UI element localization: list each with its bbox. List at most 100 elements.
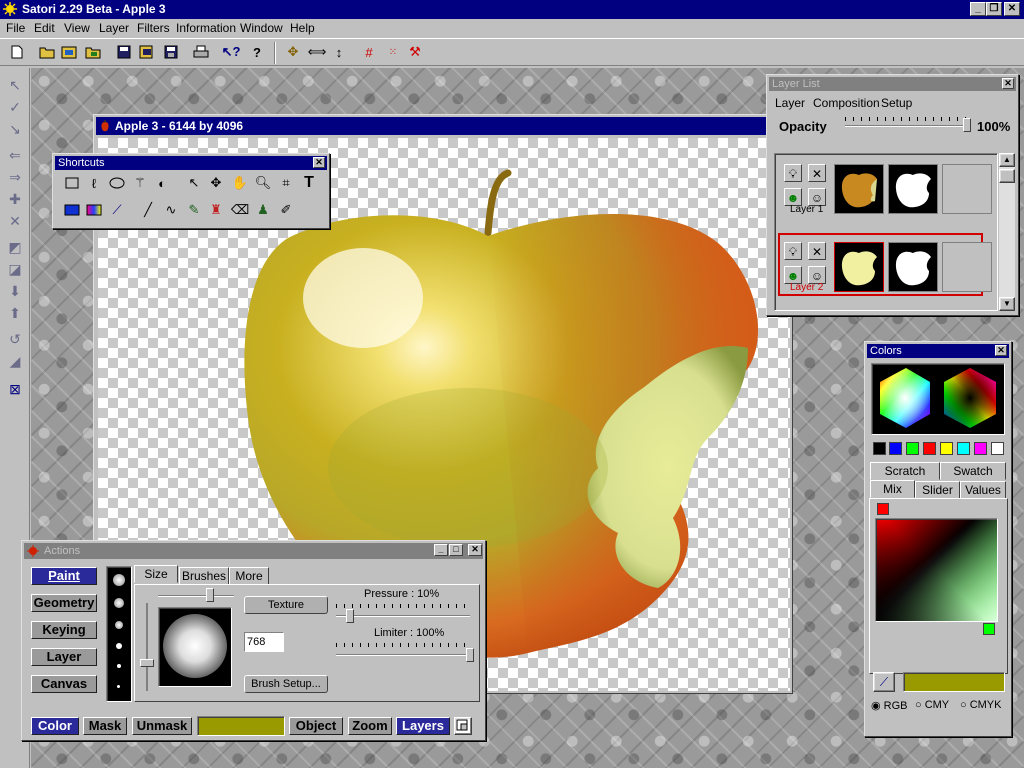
swatch[interactable] [957,442,970,455]
swatch[interactable] [923,442,936,455]
undo-icon[interactable]: ↺ [6,330,24,348]
arrow-up-icon[interactable]: ⬆ [6,304,24,322]
lasso-icon[interactable]: ℓ [85,174,103,192]
mix-corner-green[interactable] [983,623,995,635]
crop-box-icon[interactable]: ⊠ [6,380,24,398]
mix-color-field[interactable] [875,518,998,622]
tab-swatch[interactable]: Swatch [940,462,1006,480]
crop-icon[interactable]: ⌗ [277,174,295,192]
layer-lock-icon[interactable]: ✕ [808,242,826,260]
tab-brushes[interactable]: Brushes [179,567,229,585]
layer-down-icon[interactable]: ◪ [6,260,24,278]
ellipse-select-icon[interactable] [108,174,126,192]
curve-icon[interactable]: ∿ [162,201,180,219]
layer-menu-setup[interactable]: Setup [881,96,912,110]
swatch[interactable] [940,442,953,455]
swatch[interactable] [889,442,902,455]
menu-information[interactable]: Information [176,21,236,35]
swatch[interactable] [906,442,919,455]
hand-icon[interactable]: ✋ [231,174,249,192]
swatch[interactable] [991,442,1004,455]
save-icon[interactable] [115,43,133,61]
visibility-bulb-icon[interactable]: 💡︎ [784,164,802,182]
brush-size-slider-thumb[interactable] [206,588,214,602]
mix-corner-red[interactable] [877,503,889,515]
layer-row[interactable]: 💡︎ ✕ ☻ ☺ Layer 1 [778,155,992,218]
brush-preset[interactable] [117,664,121,668]
stamp-icon[interactable]: ♟ [254,201,272,219]
new-file-icon[interactable] [8,43,26,61]
brush-vertical-slider-thumb[interactable] [140,659,154,667]
menu-view[interactable]: View [64,21,90,35]
new-layer-icon[interactable] [454,717,472,735]
geometry-button[interactable]: Geometry [31,594,97,612]
context-help-icon[interactable]: ↖? [222,43,241,61]
horizontal-arrows-icon[interactable]: ⟺ [308,43,327,61]
brush-setup-button[interactable]: Brush Setup... [244,675,328,693]
active-color-well[interactable] [197,716,285,736]
layer-lock-icon[interactable]: ✕ [808,164,826,182]
paint-button[interactable]: Paint [31,567,97,585]
actions-close-button[interactable]: ✕ [468,544,482,556]
tab-slider[interactable]: Slider [915,481,960,499]
shape-icon[interactable]: ◢ [6,352,24,370]
pressure-slider-thumb[interactable] [346,609,354,623]
layer-menu-composition[interactable]: Composition [813,96,880,110]
fill-icon[interactable]: ◐ [153,174,171,192]
pressure-slider-track[interactable] [336,615,470,617]
color-button[interactable]: Color [31,717,79,735]
tab-scratch[interactable]: Scratch [870,462,940,480]
menu-file[interactable]: File [6,21,25,35]
print-icon[interactable] [192,43,210,61]
rgb-radio[interactable]: ◉ RGB [871,699,908,712]
airbrush-icon[interactable]: ♜ [207,201,225,219]
texture-button[interactable]: Texture [244,596,328,614]
arrow-down-icon[interactable]: ⬇ [6,282,24,300]
text-tool-icon[interactable]: T [300,174,318,192]
open-image-icon[interactable] [60,43,78,61]
size-input[interactable]: 768 [244,632,284,652]
line-icon[interactable]: ╱ [139,201,157,219]
canvas-button[interactable]: Canvas [31,675,97,693]
menu-help[interactable]: Help [290,21,315,35]
restore-button[interactable]: ❐ [986,2,1002,16]
tab-values[interactable]: Values [960,481,1006,499]
layer-button[interactable]: Layer [31,648,97,666]
swatch[interactable] [974,442,987,455]
brush-preset[interactable] [113,574,125,586]
grid-icon[interactable]: # [360,43,378,61]
actions-maximize-button[interactable]: □ [449,544,463,556]
layer-menu-layer[interactable]: Layer [775,96,805,110]
zoom-button[interactable]: Zoom [348,717,392,735]
menu-layer[interactable]: Layer [99,21,129,35]
eyedropper-icon[interactable]: ⟋ [108,201,126,219]
vertical-arrows-icon[interactable]: ↕ [330,43,348,61]
move-tool-icon[interactable]: ✥ [207,174,225,192]
brush-preset[interactable] [116,643,122,649]
move-icon[interactable]: ✥ [284,43,302,61]
mask-button[interactable]: Mask [83,717,127,735]
save-all-icon[interactable] [162,43,180,61]
check-icon[interactable]: ✓ [6,98,24,116]
app-icon[interactable] [3,2,17,16]
brush-preset[interactable] [115,621,123,629]
pointer-tool-icon[interactable]: ↖ [6,76,24,94]
unmask-button[interactable]: Unmask [132,717,192,735]
arrow-left-icon[interactable]: ⇐ [6,146,24,164]
current-color-well[interactable] [903,672,1005,692]
layer-scrollbar[interactable]: ▲ ▼ [999,153,1015,311]
object-button[interactable]: Object [289,717,343,735]
layer-row-selected[interactable]: 💡︎ ✕ ☻ ☺ Layer 2 [778,233,992,296]
rect-select-icon[interactable] [63,174,81,192]
open-folder-icon[interactable] [38,43,56,61]
save-as-icon[interactable] [138,43,156,61]
color-eyedropper-icon[interactable]: ⟋ [873,672,895,692]
scroll-up-button[interactable]: ▲ [999,153,1015,167]
tab-more[interactable]: More [229,567,269,585]
menu-edit[interactable]: Edit [34,21,55,35]
gradient-icon[interactable] [85,201,103,219]
magic-wand-icon[interactable]: ⚚ [131,174,149,192]
grid-settings-icon[interactable]: ⚒ [406,43,424,61]
zoom-icon[interactable]: 🔍︎ [254,174,272,192]
tab-size[interactable]: Size [134,565,178,583]
